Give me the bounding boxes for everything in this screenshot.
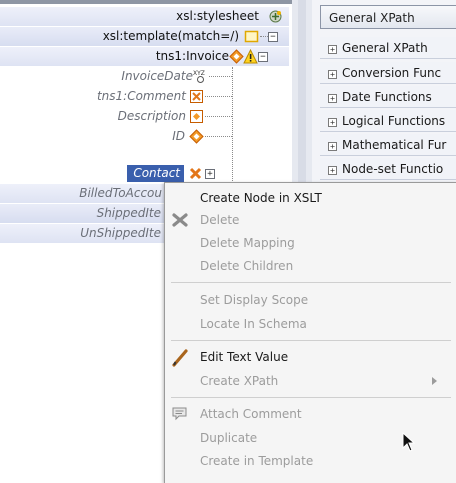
menu-item-label: Delete (200, 213, 240, 227)
warning-icon (243, 49, 258, 64)
menu-item-delete-mapping[interactable]: Delete Mapping (165, 231, 455, 255)
tree-node-unshipped-label[interactable]: UnShippedIte (80, 225, 161, 242)
xpath-category-dropdown[interactable]: General XPath (320, 5, 456, 29)
delete-x-icon (171, 212, 189, 228)
svg-text:XYZ: XYZ (193, 70, 205, 77)
menu-separator (171, 282, 451, 283)
tree-node-description-label[interactable]: Description (118, 108, 186, 125)
xpath-category-label: Logical Functions (342, 114, 446, 128)
tree-node-template-label[interactable]: xsl:template(match=/) (103, 28, 239, 45)
expand-toggle-contact[interactable]: + (205, 169, 215, 179)
expand-icon[interactable]: + (328, 142, 337, 151)
menu-item-delete[interactable]: Delete (165, 208, 455, 232)
menu-item-label: Set Display Scope (200, 293, 309, 307)
menu-separator (171, 397, 451, 398)
pane-top-border (0, 0, 292, 4)
element-icon (189, 129, 204, 144)
tree-node-invoice-label[interactable]: tns1:Invoice (156, 48, 229, 65)
menu-separator (171, 340, 451, 341)
xpath-category-node-set[interactable]: + Node-set Functio (320, 158, 456, 180)
expand-icon[interactable]: + (328, 70, 337, 79)
tree-connector (205, 116, 232, 117)
tree-row-id[interactable]: ID (0, 127, 289, 146)
menu-item-label: Duplicate (200, 431, 258, 445)
xpath-category-label: General XPath (342, 41, 428, 55)
expand-icon[interactable]: + (328, 118, 337, 127)
xpath-category-conversion[interactable]: + Conversion Func (320, 62, 456, 84)
tree-connector (205, 96, 232, 97)
tree-row-invoice-date[interactable]: InvoiceDate XYZ (0, 67, 289, 86)
xpath-category-label: Node-set Functio (342, 162, 444, 176)
complex-type-icon (188, 166, 203, 181)
mouse-pointer-icon (402, 431, 416, 455)
chevron-right-icon (432, 377, 437, 385)
tree-row-template[interactable]: xsl:template(match=/) − (0, 27, 289, 46)
menu-item-label: Create XPath (200, 374, 279, 388)
tree-node-stylesheet-label[interactable]: xsl:stylesheet (176, 8, 259, 25)
tree-row-description[interactable]: Description (0, 107, 289, 126)
xpath-category-label: Mathematical Fur (342, 138, 447, 152)
tree-connector (205, 136, 232, 137)
tree-connector (209, 76, 232, 77)
menu-item-attach-comment[interactable]: Attach Comment (165, 402, 455, 426)
collapse-toggle-template[interactable]: − (268, 32, 278, 42)
template-icon (244, 29, 259, 44)
menu-item-delete-children[interactable]: Delete Children (165, 254, 455, 278)
xpath-category-logical[interactable]: + Logical Functions (320, 110, 456, 132)
menu-item-label: Edit Text Value (200, 350, 289, 364)
expand-icon[interactable]: + (328, 166, 337, 175)
xpath-category-mathematical[interactable]: + Mathematical Fur (320, 134, 456, 156)
menu-item-locate-in-schema[interactable]: Locate In Schema (165, 312, 455, 336)
tree-row-comment[interactable]: tns1:Comment (0, 87, 289, 106)
xpath-category-date[interactable]: + Date Functions (320, 86, 456, 108)
expand-icon[interactable]: + (328, 45, 337, 54)
tree-node-id-label[interactable]: ID (172, 128, 185, 145)
tree-connector (260, 36, 268, 37)
menu-item-edit-text-value[interactable]: Edit Text Value (165, 345, 455, 369)
complex-type-icon (189, 89, 204, 104)
menu-item-create-node[interactable]: Create Node in XSLT (165, 186, 455, 210)
tree-row-contact[interactable]: Contact + (0, 164, 289, 183)
collapse-toggle-invoice[interactable]: − (258, 52, 268, 62)
menu-item-set-display-scope[interactable]: Set Display Scope (165, 288, 455, 312)
xpath-category-general[interactable]: + General XPath (320, 37, 456, 59)
tree-node-contact-label[interactable]: Contact (127, 165, 184, 182)
menu-item-label: Delete Children (200, 259, 294, 273)
menu-item-create-xpath[interactable]: Create XPath (165, 369, 455, 393)
pencil-icon (171, 349, 189, 367)
menu-item-label: Create Node in XSLT (200, 191, 322, 205)
menu-item-label: Delete Mapping (200, 236, 295, 250)
tree-node-shipped-label[interactable]: ShippedIte (97, 205, 161, 222)
menu-item-label: Locate In Schema (200, 317, 307, 331)
stylesheet-icon (268, 9, 283, 24)
xpath-category-label: Date Functions (342, 90, 432, 104)
xpath-category-label: Conversion Func (342, 66, 442, 80)
xyz-type-icon: XYZ (193, 69, 208, 84)
menu-item-label: Create in Template (200, 454, 314, 468)
tree-row-stylesheet[interactable]: xsl:stylesheet (0, 7, 289, 26)
comment-icon (171, 406, 189, 422)
element-icon (229, 49, 244, 64)
menu-item-label: Attach Comment (200, 407, 302, 421)
tree-node-invoice-date-label[interactable]: InvoiceDate (121, 68, 193, 85)
attribute-icon (189, 109, 204, 124)
tree-node-billed-to-label[interactable]: BilledToAccou (79, 185, 162, 202)
tree-row-invoice[interactable]: tns1:Invoice − (0, 47, 289, 66)
expand-icon[interactable]: + (328, 94, 337, 103)
tree-node-comment-label[interactable]: tns1:Comment (97, 88, 186, 105)
